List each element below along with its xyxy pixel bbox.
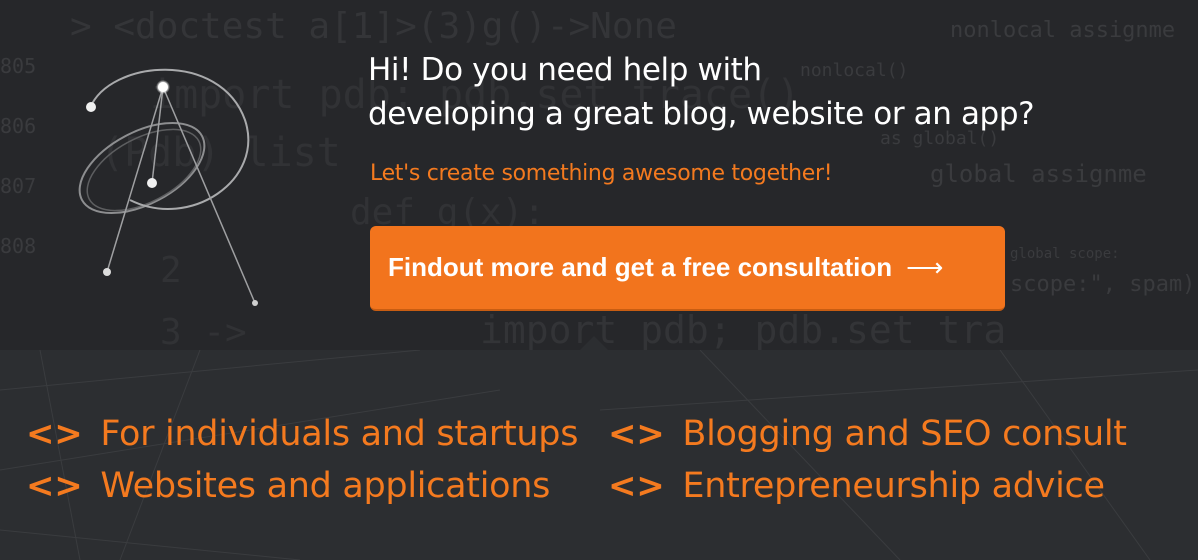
code-brackets-icon: <>: [26, 414, 83, 454]
code-brackets-icon: <>: [26, 466, 83, 506]
code-line-number: 805: [0, 54, 37, 78]
feature-label: Entrepreneurship advice: [682, 466, 1105, 506]
code-line-number: 808: [0, 234, 37, 258]
code-line: scope:", spam): [1010, 272, 1196, 297]
feature-item: <> Blogging and SEO consult: [608, 414, 1127, 454]
code-line-number: 807: [0, 174, 37, 198]
feature-label: Blogging and SEO consult: [682, 414, 1127, 454]
code-line: nonlocal assignme: [950, 18, 1176, 43]
cta-label: Findout more and get a free consultation: [388, 252, 893, 282]
orbital-a-logo-icon: [78, 68, 258, 306]
code-line: global assignme: [930, 160, 1147, 188]
code-line: import pdb; pdb.set_tra: [480, 308, 1007, 350]
code-brackets-icon: <>: [608, 414, 665, 454]
feature-list: <> For individuals and startups <> Websi…: [0, 350, 1198, 560]
headline-line: Hi! Do you need help with: [368, 52, 762, 88]
feature-item: <> Entrepreneurship advice: [608, 466, 1105, 506]
features-section: <> For individuals and startups <> Websi…: [0, 350, 1198, 560]
code-line: global scope:: [1010, 246, 1120, 262]
feature-label: Websites and applications: [100, 466, 551, 506]
headline-line: developing a great blog, website or an a…: [368, 96, 1035, 132]
feature-item: <> For individuals and startups: [26, 414, 578, 454]
free-consultation-button[interactable]: Findout more and get a free consultation…: [370, 226, 1005, 311]
code-line: > <doctest a[1]>(3)g()->None: [70, 6, 677, 47]
code-line-number: 806: [0, 114, 37, 138]
hero-subheading: Let's create something awesome together!: [370, 161, 833, 186]
code-brackets-icon: <>: [608, 466, 665, 506]
feature-item: <> Websites and applications: [26, 466, 550, 506]
hero-headline: Hi! Do you need help with developing a g…: [368, 48, 1168, 136]
hero-section: > <doctest a[1]>(3)g()->None 805 import …: [0, 0, 1198, 350]
long-arrow-right-icon: ⟶: [906, 252, 944, 282]
feature-label: For individuals and startups: [100, 414, 579, 454]
